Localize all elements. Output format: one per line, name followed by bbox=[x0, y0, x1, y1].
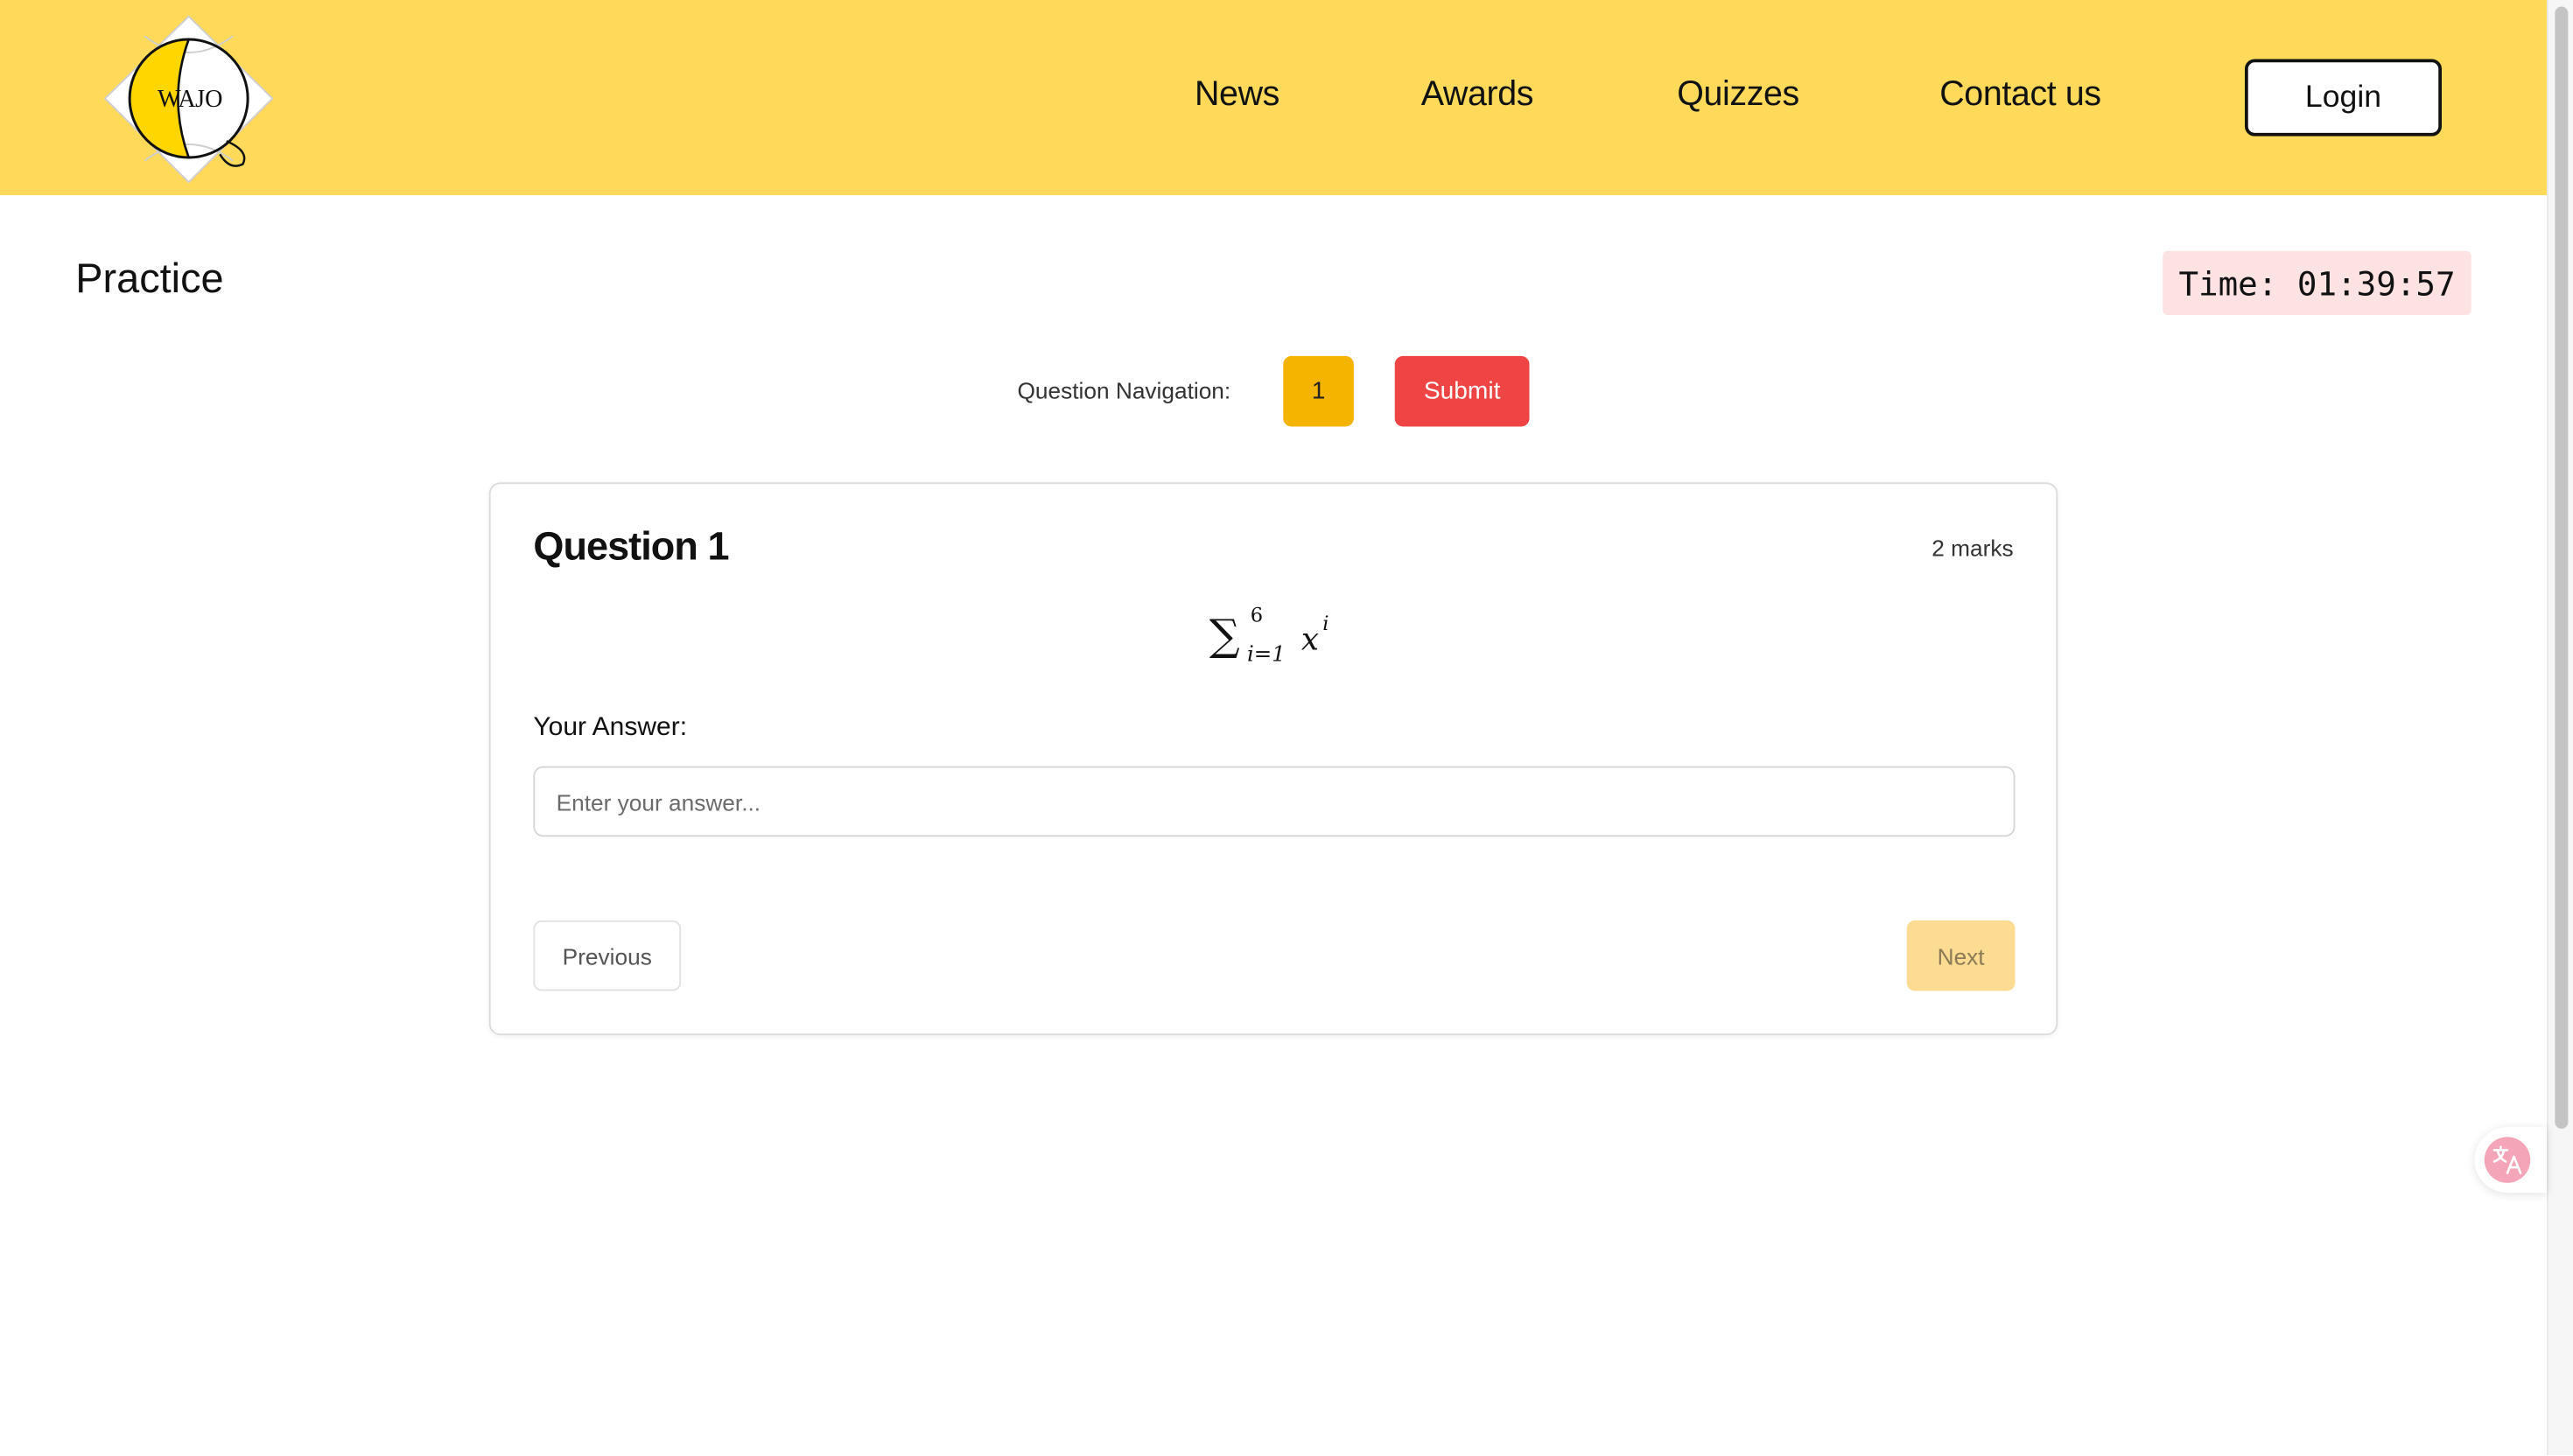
wajo-logo[interactable]: WA JO bbox=[102, 13, 276, 184]
logo-text-right: JO bbox=[195, 86, 222, 113]
submit-button[interactable]: Submit bbox=[1394, 355, 1530, 427]
question-navigation-label: Question Navigation: bbox=[1017, 377, 1231, 404]
scrollbar[interactable] bbox=[2547, 0, 2573, 1456]
answer-label: Your Answer: bbox=[533, 713, 688, 742]
question-title: Question 1 bbox=[533, 525, 729, 570]
question-card: Question 1 2 marks ∑ 6 i=1 x i Your Answ… bbox=[488, 482, 2058, 1036]
countdown-timer: Time: 01:39:57 bbox=[2163, 250, 2471, 315]
page: WA JO News Awards Quizzes Contact us Log… bbox=[0, 0, 2573, 1456]
next-button[interactable]: Next bbox=[1906, 920, 2016, 991]
login-button[interactable]: Login bbox=[2245, 59, 2442, 136]
nav-quizzes-link[interactable]: Quizzes bbox=[1677, 75, 1799, 115]
formula-upper-limit: 6 bbox=[1251, 605, 1263, 627]
previous-button[interactable]: Previous bbox=[533, 920, 682, 991]
nav-contact-link[interactable]: Contact us bbox=[1939, 75, 2101, 115]
formula-exponent: i bbox=[1322, 612, 1329, 635]
answer-input[interactable] bbox=[533, 766, 2016, 837]
scrollbar-thumb[interactable] bbox=[2555, 6, 2569, 1129]
wajo-logo-mark: WA JO bbox=[103, 15, 274, 184]
translate-icon[interactable] bbox=[2484, 1137, 2531, 1183]
nav-awards-link[interactable]: Awards bbox=[1421, 75, 1534, 115]
site-header: WA JO News Awards Quizzes Contact us Log… bbox=[0, 0, 2547, 196]
formula-sum-operator: ∑ bbox=[1209, 612, 1240, 661]
formula-base: x bbox=[1301, 622, 1319, 658]
question-nav-button-1[interactable]: 1 bbox=[1283, 355, 1354, 427]
translate-glyph bbox=[2492, 1145, 2522, 1174]
formula-lower-limit: i=1 bbox=[1247, 641, 1286, 667]
nav-news-link[interactable]: News bbox=[1195, 75, 1279, 115]
translate-widget[interactable] bbox=[2474, 1127, 2547, 1194]
question-formula: ∑ 6 i=1 x i bbox=[1209, 605, 1329, 667]
page-title: Practice bbox=[75, 256, 224, 303]
question-marks: 2 marks bbox=[1932, 535, 2014, 562]
logo-text-left: WA bbox=[158, 86, 196, 113]
